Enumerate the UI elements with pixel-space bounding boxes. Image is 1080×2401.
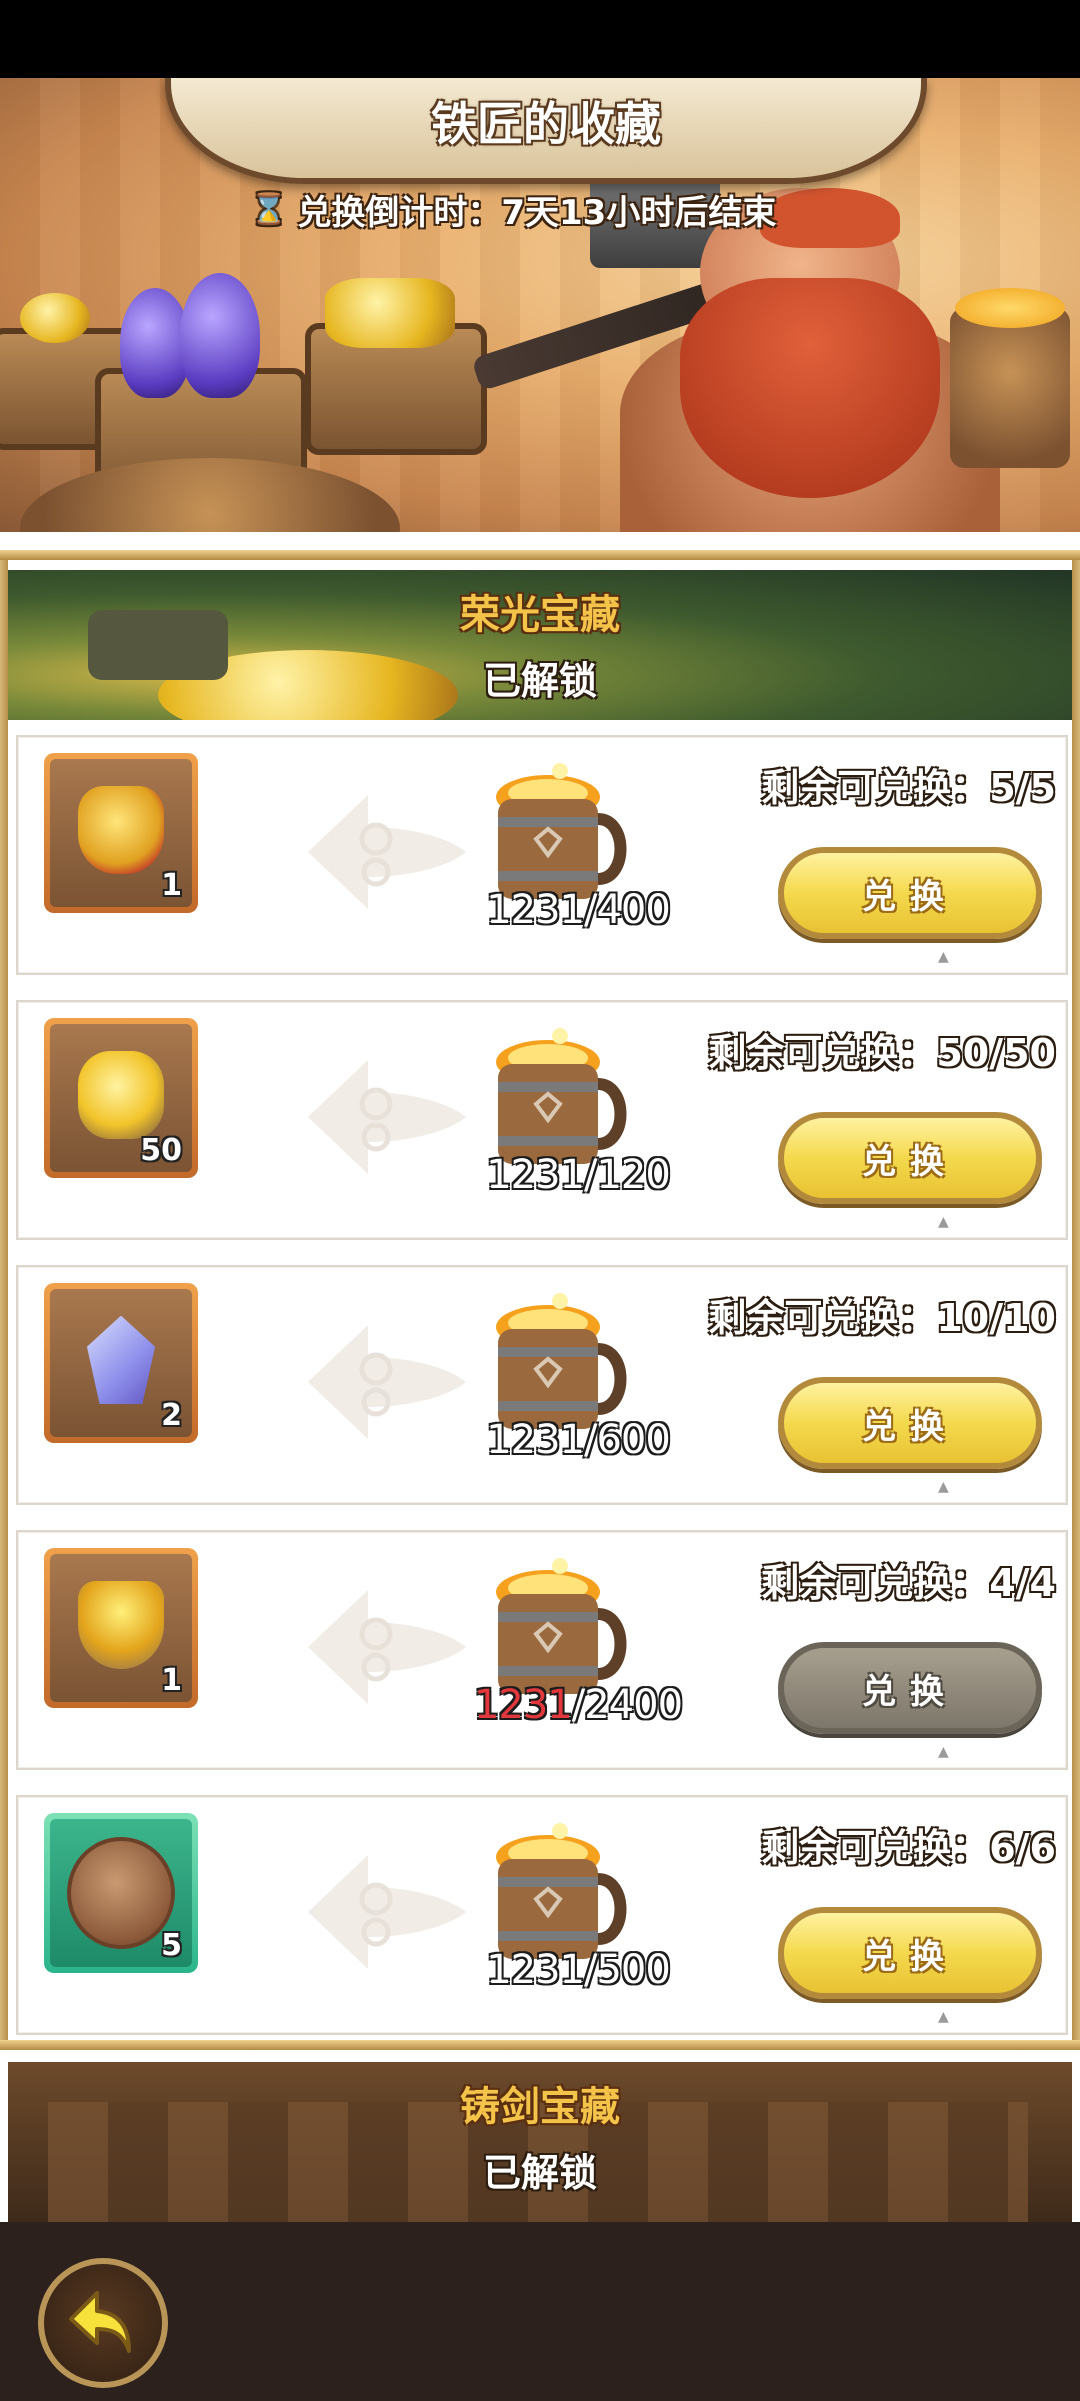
cost-label: 1231/400 (448, 887, 708, 933)
item-slot[interactable]: 2 (44, 1283, 198, 1443)
exchange-arrow-icon (308, 1590, 466, 1704)
countdown: ⌛ 兑换倒计时：7天13小时后结束 (250, 184, 830, 234)
gold-ore-icon: 50 (50, 1024, 192, 1172)
required-amount: /600 (583, 1417, 671, 1463)
countdown-text: 兑换倒计时：7天13小时后结束 (297, 192, 777, 233)
required-amount: /500 (583, 1947, 671, 1993)
owned-amount: 1231 (473, 1682, 573, 1728)
notch-icon: ▲ (938, 1214, 949, 1230)
item-count: 2 (161, 1398, 182, 1433)
notch-icon: ▲ (938, 1479, 949, 1495)
item-slot[interactable]: 1 (44, 1548, 198, 1708)
back-arrow-icon (69, 2291, 131, 2353)
mug-foam (955, 288, 1065, 328)
cost-label: 1231/2400 (448, 1682, 708, 1728)
exchange-button[interactable]: 兑换 (778, 847, 1042, 939)
exchange-button-label: 兑换 (862, 1406, 958, 1447)
banner: 铁匠的收藏 ⌛ 兑换倒计时：7天13小时后结束 (0, 78, 1080, 532)
exchange-row: 1 1231/2400 剩余可兑换：4/4 兑换 ▲ (16, 1530, 1068, 1770)
cost-label: 1231/600 (448, 1417, 708, 1463)
dwarf-beard (680, 278, 940, 498)
title-plate: 铁匠的收藏 (165, 78, 927, 184)
exchange-arrow-icon (308, 1325, 466, 1439)
owned-amount: 1231 (486, 1152, 585, 1198)
panel-frame-right (1072, 560, 1080, 2040)
exchange-row: 50 1231/120 剩余可兑换：50/50 兑换 ▲ (16, 1000, 1068, 1240)
notch-icon: ▲ (938, 2009, 949, 2025)
beer-mug-icon (950, 308, 1070, 468)
crystal-icon: 2 (50, 1289, 192, 1437)
remaining-label: 剩余可兑换：50/50 (708, 1031, 1056, 1075)
exchange-button-label: 兑换 (862, 1671, 958, 1712)
panel-frame-left (0, 560, 8, 2040)
cost-label: 1231/500 (448, 1947, 708, 1993)
item-count: 1 (161, 1663, 182, 1698)
gold-badge-icon: 1 (50, 759, 192, 907)
back-button[interactable] (38, 2258, 168, 2388)
hourglass-icon: ⌛ (250, 191, 288, 227)
exchange-arrow-icon (308, 795, 466, 909)
purple-gem-icon (180, 273, 260, 398)
notch-icon: ▲ (938, 949, 949, 965)
section-header-glory: 荣光宝藏 已解锁 (8, 570, 1072, 720)
remaining-label: 剩余可兑换：6/6 (761, 1826, 1056, 1870)
item-count: 50 (140, 1133, 182, 1168)
required-amount: /2400 (571, 1682, 683, 1728)
item-count: 1 (161, 868, 182, 903)
exchange-button[interactable]: 兑换 (778, 1377, 1042, 1469)
remaining-label: 剩余可兑换：5/5 (761, 766, 1056, 810)
remaining-label: 剩余可兑换：4/4 (761, 1561, 1056, 1605)
panel-top-frame (0, 550, 1080, 560)
gold-pile-icon (20, 293, 90, 343)
owned-amount: 1231 (486, 1417, 585, 1463)
exchange-row: 2 1231/600 剩余可兑换：10/10 兑换 ▲ (16, 1265, 1068, 1505)
remaining-label: 剩余可兑换：10/10 (708, 1296, 1056, 1340)
exchange-button[interactable]: 兑换 (778, 1642, 1042, 1734)
required-amount: /400 (583, 887, 671, 933)
section-header-sword[interactable]: 铸剑宝藏 已解锁 (8, 2062, 1072, 2222)
exchange-button-label: 兑换 (862, 1141, 958, 1182)
gold-bowl-icon: 1 (50, 1554, 192, 1702)
status-bar (0, 0, 1080, 78)
item-slot[interactable]: 5 (44, 1813, 198, 1973)
section-divider (0, 2040, 1080, 2050)
exchange-row: 5 1231/500 剩余可兑换：6/6 兑换 ▲ (16, 1795, 1068, 2035)
owned-amount: 1231 (486, 1947, 585, 1993)
item-slot[interactable]: 1 (44, 753, 198, 913)
exchange-arrow-icon (308, 1060, 466, 1174)
item-count: 5 (161, 1928, 182, 1963)
dragon-coin-icon: 5 (50, 1819, 192, 1967)
section-status: 已解锁 (482, 659, 597, 703)
exchange-button[interactable]: 兑换 (778, 1112, 1042, 1204)
owned-amount: 1231 (486, 887, 585, 933)
cost-label: 1231/120 (448, 1152, 708, 1198)
gold-ornament-icon (325, 278, 455, 348)
exchange-button[interactable]: 兑换 (778, 1907, 1042, 1999)
notch-icon: ▲ (938, 1744, 949, 1760)
section-title: 荣光宝藏 (460, 592, 620, 638)
exchange-button-label: 兑换 (862, 1936, 958, 1977)
page-title: 铁匠的收藏 (431, 97, 661, 151)
section-status: 已解锁 (482, 2151, 597, 2195)
exchange-row: 1 1231/400 剩余可兑换：5/5 兑换 ▲ (16, 735, 1068, 975)
required-amount: /120 (583, 1152, 671, 1198)
exchange-button-label: 兑换 (862, 876, 958, 917)
item-slot[interactable]: 50 (44, 1018, 198, 1178)
exchange-arrow-icon (308, 1855, 466, 1969)
section-title: 铸剑宝藏 (460, 2084, 620, 2130)
